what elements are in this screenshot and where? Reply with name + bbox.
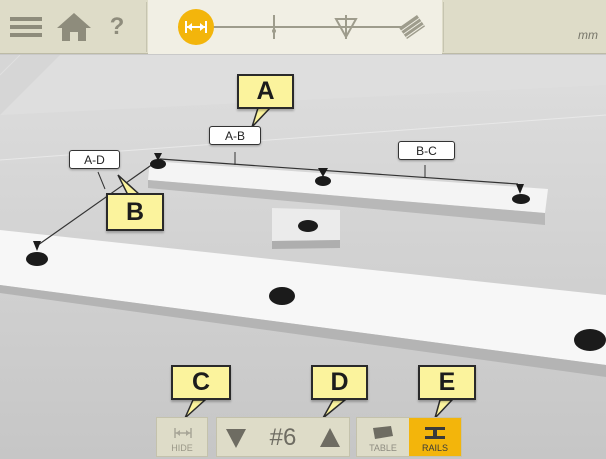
table-label: TABLE xyxy=(369,443,397,453)
rails-label: RAILS xyxy=(421,443,448,453)
previous-point-button[interactable] xyxy=(225,426,247,450)
callout-c: C xyxy=(171,365,231,400)
hide-button[interactable]: HIDE xyxy=(156,417,208,457)
table-view-button[interactable]: TABLE xyxy=(357,418,409,456)
marker-x xyxy=(298,220,318,232)
toolbar-divider xyxy=(443,2,444,52)
home-icon xyxy=(57,13,91,41)
marker-f xyxy=(574,329,606,351)
step-progress xyxy=(148,0,442,54)
point-icon xyxy=(262,15,286,39)
measure-tag-bc[interactable]: B-C xyxy=(398,141,455,160)
menu-button[interactable] xyxy=(8,8,46,46)
point-counter: #6 xyxy=(269,424,297,451)
callout-e: E xyxy=(418,365,476,400)
callout-b: B xyxy=(106,193,164,231)
arrow-up-icon xyxy=(320,428,340,447)
step-level[interactable] xyxy=(328,9,364,45)
arrow-down-icon xyxy=(226,429,246,448)
step-distance[interactable] xyxy=(178,9,214,45)
hamburger-menu-icon xyxy=(10,17,42,37)
help-button[interactable]: ? xyxy=(103,8,131,46)
measure-tag-ab[interactable]: A-B xyxy=(209,126,261,145)
home-button[interactable] xyxy=(55,8,93,46)
rails-icon xyxy=(425,427,445,439)
measurement-scene[interactable]: A-B B-C A-D A B C D E xyxy=(0,55,606,459)
step-stack[interactable] xyxy=(394,9,430,45)
toolbar-divider xyxy=(146,2,147,52)
table-icon xyxy=(373,426,393,439)
top-toolbar: ? mm xyxy=(0,0,606,54)
point-navigator: #6 xyxy=(216,417,350,457)
hide-label: HIDE xyxy=(171,443,193,453)
scene-canvas xyxy=(0,55,606,459)
view-toggle: TABLE RAILS xyxy=(356,417,462,457)
level-icon xyxy=(334,15,358,40)
measure-tag-ad[interactable]: A-D xyxy=(69,150,120,169)
unit-label: mm xyxy=(578,28,598,42)
distance-icon xyxy=(185,21,207,33)
step-point[interactable] xyxy=(256,9,292,45)
hide-distance-icon xyxy=(174,428,192,438)
callout-a: A xyxy=(237,74,294,109)
next-point-button[interactable] xyxy=(319,426,341,450)
rails-view-button[interactable]: RAILS xyxy=(409,418,461,456)
help-label: ? xyxy=(109,13,125,40)
marker-e xyxy=(269,287,295,305)
stack-icon xyxy=(398,14,426,40)
callout-d: D xyxy=(311,365,368,400)
